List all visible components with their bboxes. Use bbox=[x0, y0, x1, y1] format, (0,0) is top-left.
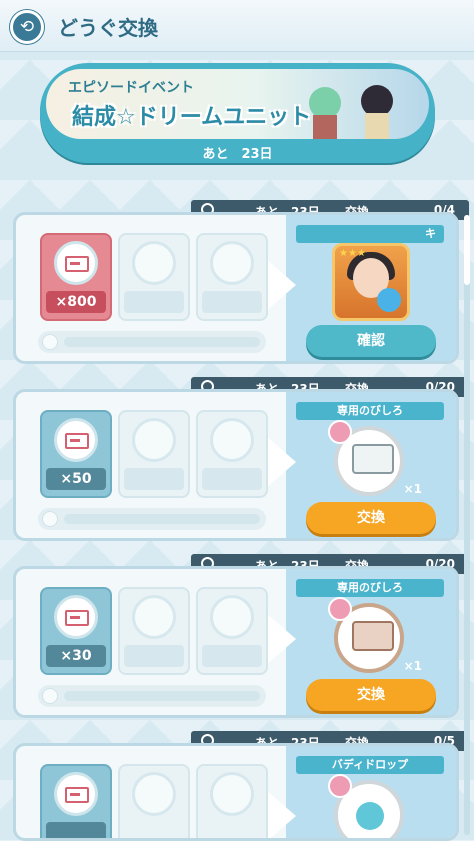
empty-slot-circle bbox=[210, 772, 254, 816]
empty-slot-circle bbox=[210, 418, 254, 462]
exchange-progress bbox=[38, 685, 266, 707]
progress-track bbox=[64, 691, 260, 701]
event-banner[interactable]: エピソードイベント 結成☆ドリームユニット あと 23日 bbox=[40, 63, 435, 163]
ticket-icon-frame bbox=[54, 241, 98, 285]
cost-amount: ×800 bbox=[46, 291, 106, 313]
arrow-right-icon bbox=[266, 790, 296, 838]
card-body: ×50 専用のびしろ ×1 交換 bbox=[13, 389, 459, 541]
reward-quantity: ×1 bbox=[403, 482, 422, 496]
scrollbar-track[interactable] bbox=[464, 215, 470, 835]
empty-slot-circle bbox=[210, 595, 254, 639]
map-item-icon bbox=[352, 621, 394, 651]
cost-slot-3 bbox=[196, 233, 268, 321]
exchange-progress bbox=[38, 331, 266, 353]
empty-slot-bar bbox=[202, 645, 262, 667]
ticket-icon bbox=[65, 256, 89, 272]
ticket-icon bbox=[65, 610, 89, 626]
cost-slot-1[interactable]: ×50 bbox=[40, 410, 112, 498]
scrollbar-thumb[interactable] bbox=[464, 215, 470, 285]
banner-tag: エピソードイベント bbox=[68, 80, 194, 96]
banner-art: エピソードイベント 結成☆ドリームユニット bbox=[46, 69, 429, 139]
banner-remaining-time: あと 23日 bbox=[202, 147, 273, 162]
character-badge-icon bbox=[328, 774, 352, 798]
exchange-button[interactable]: 交換 bbox=[306, 679, 436, 711]
ticket-icon bbox=[65, 433, 89, 449]
pokemon-icon bbox=[377, 288, 401, 312]
empty-slot-bar bbox=[202, 291, 262, 313]
ticket-icon-frame bbox=[54, 772, 98, 816]
arrow-right-icon bbox=[266, 436, 296, 488]
ticket-icon-frame bbox=[54, 418, 98, 462]
progress-knob bbox=[42, 688, 58, 704]
reward-label: 専用のびしろ bbox=[296, 579, 444, 597]
header: ⟲ どうぐ交換 bbox=[0, 0, 474, 52]
reward-character-portrait[interactable]: ★★★ bbox=[332, 243, 410, 321]
exchange-progress bbox=[38, 508, 266, 530]
empty-slot-circle bbox=[132, 772, 176, 816]
arrow-right-icon bbox=[266, 259, 296, 311]
empty-slot-bar bbox=[124, 645, 184, 667]
reward-label: 専用のびしろ bbox=[296, 402, 444, 420]
cost-slot-3 bbox=[196, 410, 268, 498]
star-rating-icon: ★★★ bbox=[339, 248, 366, 259]
page-title: どうぐ交換 bbox=[58, 16, 158, 40]
cost-slot-3 bbox=[196, 587, 268, 675]
card-body: ×30 専用のびしろ ×1 交換 bbox=[13, 566, 459, 718]
cost-slot-2 bbox=[118, 587, 190, 675]
ticket-icon-frame bbox=[54, 595, 98, 639]
character-badge-icon bbox=[328, 597, 352, 621]
cost-slot-2 bbox=[118, 410, 190, 498]
empty-slot-circle bbox=[210, 241, 254, 285]
empty-slot-bar bbox=[124, 291, 184, 313]
card-body: バディドロップ bbox=[13, 743, 459, 841]
card-body: ×800 キ ★★★ 確認 bbox=[13, 212, 459, 364]
progress-track bbox=[64, 514, 260, 524]
ticket-icon bbox=[65, 787, 89, 803]
character-badge-icon bbox=[328, 420, 352, 444]
cost-slot-2 bbox=[118, 233, 190, 321]
cost-amount: ×50 bbox=[46, 468, 106, 490]
progress-knob bbox=[42, 334, 58, 350]
confirm-button[interactable]: 確認 bbox=[306, 325, 436, 357]
progress-knob bbox=[42, 511, 58, 527]
back-icon[interactable]: ⟲ bbox=[10, 10, 44, 44]
cost-slot-3 bbox=[196, 764, 268, 838]
empty-slot-bar bbox=[124, 468, 184, 490]
cost-slot-1[interactable] bbox=[40, 764, 112, 838]
cost-amount: ×30 bbox=[46, 645, 106, 667]
cost-slot-1[interactable]: ×800 bbox=[40, 233, 112, 321]
banner-characters bbox=[309, 85, 393, 139]
empty-slot-bar bbox=[202, 468, 262, 490]
reward-label: キ bbox=[296, 225, 444, 243]
reward-label: バディドロップ bbox=[296, 756, 444, 774]
map-item-icon bbox=[352, 444, 394, 474]
empty-slot-circle bbox=[132, 595, 176, 639]
empty-slot-circle bbox=[132, 241, 176, 285]
cost-slot-2 bbox=[118, 764, 190, 838]
arrow-right-icon bbox=[266, 613, 296, 665]
cost-amount bbox=[46, 822, 106, 838]
reward-quantity: ×1 bbox=[403, 659, 422, 673]
cost-slot-1[interactable]: ×30 bbox=[40, 587, 112, 675]
empty-slot-circle bbox=[132, 418, 176, 462]
banner-title: 結成☆ドリームユニット bbox=[72, 105, 312, 130]
exchange-button[interactable]: 交換 bbox=[306, 502, 436, 534]
progress-track bbox=[64, 337, 260, 347]
drop-item-icon bbox=[356, 802, 384, 830]
